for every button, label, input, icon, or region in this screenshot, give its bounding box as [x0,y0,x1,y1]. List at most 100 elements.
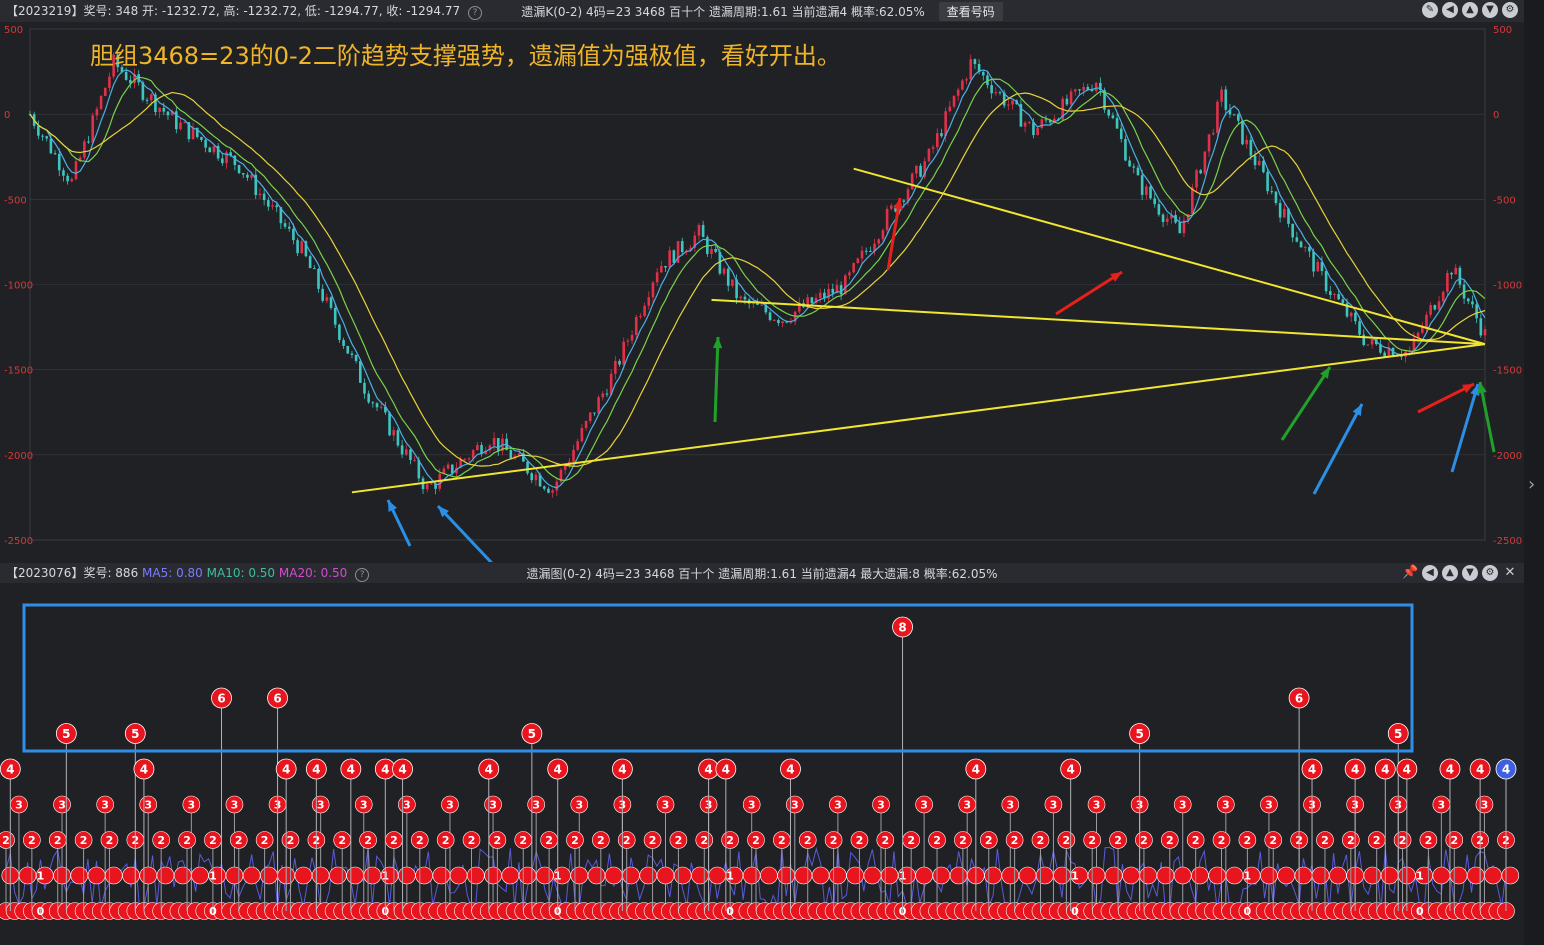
move-down-icon[interactable]: ▼ [1482,2,1498,18]
candle-body [1136,167,1140,176]
candle-body [287,226,291,229]
move-up-icon[interactable]: ▲ [1462,2,1478,18]
peak-ball-label: 4 [6,763,14,777]
peak-ball-label: 5 [131,727,139,741]
candle-body [70,179,74,182]
candle-body [781,321,784,324]
candle-body [760,304,763,306]
trend-line-1 [351,343,1486,494]
value-ball-3: 3 [958,795,977,911]
move-up-icon[interactable]: ▲ [1442,565,1458,581]
candle-body [664,266,667,268]
value-ball-label: 2 [545,834,553,847]
peak-ball-label: 6 [1295,692,1303,706]
peak-ball-label: 5 [528,727,536,741]
value-ball-1 [1311,866,1330,885]
candle-body [400,445,404,455]
value-ball-label: 2 [804,834,812,847]
candle-body [1023,122,1027,127]
value-ball-1 [311,866,330,885]
candle-body [296,240,299,254]
candle-body [350,353,354,355]
value-ball-1 [104,866,123,885]
candle-body [998,92,1002,94]
missing-value-chart[interactable]: 2 3 2 3 2 2 3 2 2 3 2 3 2 2 3 2 2 3 2 3 2 2 3 2 2 3 2 3 2 2 3 2 2 3 2 3 2 2 3 2… [0,583,1524,945]
candle-body [660,266,663,273]
annotation-arrow [1055,270,1123,316]
y-tick-label-right: -2000 [1493,451,1522,462]
value-ball-3: 3 [441,795,459,911]
trend-line-3 [853,167,1486,346]
candle-body [204,139,207,148]
ma5-line [29,69,1486,489]
arrow-shaft [1055,270,1123,316]
candle-body [739,296,743,299]
candle-body [981,72,985,76]
value-ball-label: 3 [1050,799,1058,812]
candle-body [743,296,747,300]
candle-body [246,174,249,178]
candle-body [910,173,914,190]
undo-icon[interactable]: ◀ [1442,2,1458,18]
candle-body [267,200,270,207]
candle-body [1312,251,1315,272]
candle-body [392,430,396,436]
value-ball-label: 3 [317,799,325,812]
view-numbers-button[interactable]: 查看号码 [938,1,1003,21]
candle-body [292,228,295,241]
candle-body [777,319,780,324]
settings-icon[interactable]: ⚙ [1502,2,1518,18]
value-ball-label: 3 [662,799,670,812]
peak-ball-label: 6 [217,692,225,706]
help-icon[interactable]: ? [355,568,370,582]
arrow-shaft [1312,403,1364,495]
candle-body [1128,160,1131,167]
candle-body [931,147,935,149]
settings-icon[interactable]: ⚙ [1482,565,1498,581]
help-icon[interactable]: ? [467,6,482,20]
candle-body [772,319,776,321]
kline-chart[interactable]: 500 500 0 0 -500 -500 -1000 -1000 -1500 -1500 -200… [0,22,1524,562]
value-ball-label: 2 [416,834,424,847]
candle-body [1454,267,1458,275]
annotation-arrow [1417,382,1475,414]
value-ball-label: 3 [1481,799,1489,812]
value-ball-3: 3 [1044,795,1063,911]
candle-body [62,170,65,176]
value-ball-1 [1432,866,1451,885]
peak-ball-label: 4 [786,763,794,777]
value-ball-label: 2 [80,834,88,847]
candle-body [1191,187,1194,215]
candle-body [1153,198,1156,205]
value-ball-1 [53,866,71,885]
undo-icon[interactable]: ◀ [1422,565,1438,581]
expand-panel-icon[interactable]: › [1528,474,1535,495]
value-ball-3: 3 [570,795,589,911]
close-icon[interactable]: ✕ [1502,565,1518,581]
move-down-icon[interactable]: ▼ [1462,565,1478,581]
value-ball-1 [1260,866,1278,885]
candle-body [275,205,278,208]
candle-body [881,230,885,240]
value-ball-label: 3 [1006,799,1014,812]
peak-ball-label: 4 [1351,763,1359,777]
edit-icon[interactable]: ✎ [1422,2,1438,18]
candle-body [1124,139,1127,161]
value-ball-label: 2 [1347,834,1355,847]
value-ball-label: 2 [519,834,527,847]
value-ball-3: 3 [1260,795,1278,911]
value-ball-3: 3 [872,795,890,911]
value-ball-3: 3 [139,795,158,911]
y-tick-label-left: -2000 [4,451,33,462]
value-ball-1 [587,866,606,885]
candle-body [1337,293,1340,300]
value-ball-label: 2 [468,834,476,847]
value-ball-1 [1156,866,1175,885]
value-ball-label: 2 [597,834,605,847]
peak-ball-label: 4 [722,763,730,777]
value-ball-1 [1053,866,1071,885]
pin-icon[interactable]: 📌 [1402,565,1418,581]
candle-body [530,473,534,481]
value-ball-1 [242,866,261,885]
dense-series: 2 3 2 3 2 2 3 2 2 3 2 3 2 2 3 2 2 3 2 3 2 2 3 2 2 3 2 3 2 2 3 2 2 3 2 3 2 2 3 2… [0,795,1520,920]
